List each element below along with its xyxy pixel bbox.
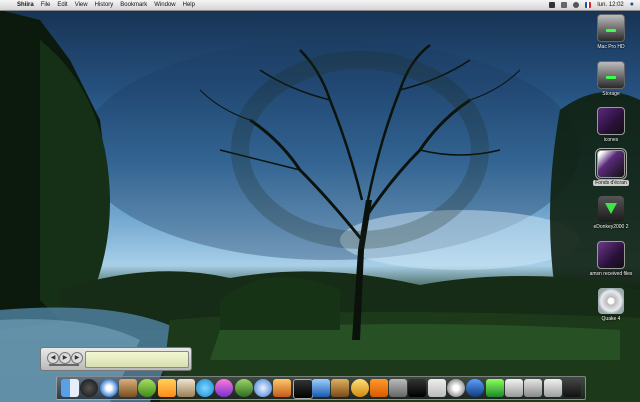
iphoto-icon[interactable]: [311, 379, 330, 397]
rabbit-app-icon[interactable]: [118, 379, 137, 397]
trash-icon[interactable]: [562, 379, 581, 397]
finder-icon[interactable]: [61, 379, 79, 397]
flag-french-icon[interactable]: [585, 2, 592, 8]
menu-help[interactable]: Help: [183, 0, 195, 10]
imovie-icon[interactable]: [292, 379, 313, 399]
previous-button[interactable]: ◀: [47, 352, 59, 364]
safari-icon[interactable]: [99, 379, 118, 397]
menu-clock[interactable]: lun. 12:02: [597, 0, 623, 10]
player-display: [85, 351, 189, 368]
cd-disc-icon: [598, 288, 624, 314]
desktop-icon-edonkey[interactable]: eDonkey2000 2: [586, 196, 636, 230]
idvd-icon[interactable]: [350, 379, 369, 397]
download-icon: [598, 196, 624, 222]
hard-drive-icon: [597, 61, 625, 89]
adium-icon[interactable]: [157, 379, 176, 397]
menu-history[interactable]: History: [95, 0, 114, 10]
folder-icon: [595, 148, 627, 180]
dashboard-icon[interactable]: [80, 379, 99, 397]
itunes-icon[interactable]: [254, 379, 272, 397]
status-icon-display[interactable]: [549, 2, 556, 8]
vlc-icon[interactable]: [369, 379, 388, 397]
documents-stack-icon[interactable]: [543, 379, 562, 397]
volume-slider[interactable]: [49, 364, 79, 366]
desktop-icon-label: icones: [603, 137, 619, 143]
photo-app-icon[interactable]: [215, 379, 234, 397]
desktop-icon-label: Storage: [602, 91, 620, 97]
desktop-icon-amsn-received[interactable]: amsn received files: [586, 241, 636, 277]
next-button[interactable]: ▶: [71, 352, 83, 364]
menu-edit[interactable]: Edit: [57, 0, 67, 10]
ipod-icon[interactable]: [427, 379, 446, 397]
preview-icon[interactable]: [389, 379, 408, 397]
menu-bookmark[interactable]: Bookmark: [120, 0, 147, 10]
wallpaper-landscape: [0, 10, 640, 402]
menu-view[interactable]: View: [75, 0, 88, 10]
menu-bar: Shiira File Edit View History Bookmark W…: [0, 0, 640, 11]
menu-file[interactable]: File: [41, 0, 51, 10]
status-icon-bluetooth[interactable]: [561, 2, 568, 8]
desktop-icon-fonds-ecran[interactable]: Fonds d'écran: [586, 148, 636, 186]
hard-drive-icon: [597, 14, 625, 42]
photo-booth-icon[interactable]: [273, 379, 292, 397]
menu-shiira[interactable]: Shiira: [17, 0, 34, 10]
folder-icon: [597, 241, 625, 269]
desktop-icon-label: Quake 4: [601, 316, 621, 322]
desktop-icon-quake-4[interactable]: Quake 4: [586, 288, 636, 322]
desktop: Shiira File Edit View History Bookmark W…: [0, 0, 640, 402]
disc-utility-icon[interactable]: [447, 379, 465, 397]
desktop-icon-storage[interactable]: Storage: [586, 61, 636, 97]
volume-icon[interactable]: [573, 2, 580, 8]
desktop-icon-label: Mac Pro HD: [597, 44, 625, 50]
garageband-icon[interactable]: [331, 379, 350, 397]
desktop-icon-mac-pro-hd[interactable]: Mac Pro HD: [586, 14, 636, 50]
network-icon[interactable]: [466, 379, 485, 397]
quicktime-icon[interactable]: [408, 379, 427, 397]
menu-window[interactable]: Window: [154, 0, 175, 10]
desktop-icon-label: amsn received files: [589, 271, 633, 277]
pointer-app-icon[interactable]: [176, 379, 195, 397]
plant-app-icon[interactable]: [234, 379, 253, 397]
dock: [56, 376, 586, 400]
photo-stack-icon[interactable]: [524, 379, 543, 397]
green-cube-icon[interactable]: [485, 379, 504, 397]
skype-icon[interactable]: [196, 379, 215, 397]
folder-icon: [597, 107, 625, 135]
desktop-icon-label: eDonkey2000 2: [593, 224, 629, 230]
green-app-icon[interactable]: [138, 379, 157, 397]
desktop-icon-label: Fonds d'écran: [593, 180, 629, 186]
desktop-icon-icones[interactable]: icones: [586, 107, 636, 143]
spotlight-icon[interactable]: ●: [630, 0, 634, 10]
itunes-mini-player: ◀ ▶ ▶: [40, 347, 192, 371]
play-button[interactable]: ▶: [59, 352, 71, 364]
window-icon[interactable]: [504, 379, 523, 397]
